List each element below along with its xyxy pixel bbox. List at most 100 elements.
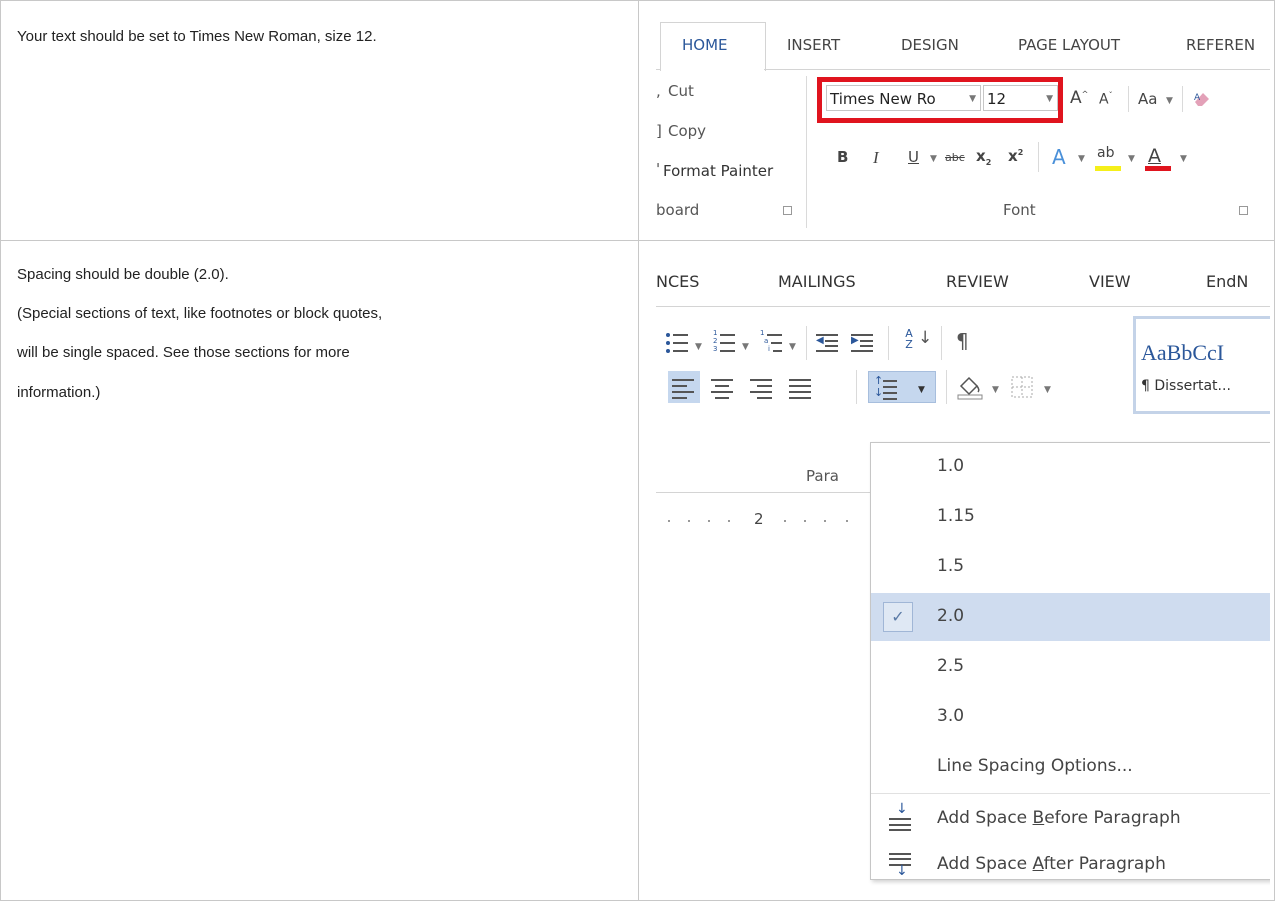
menu-item-spacing-1-0[interactable]: 1.0 <box>871 443 1270 491</box>
change-case-icon: Aa <box>1138 90 1158 108</box>
style-name: ¶ Dissertat... <box>1141 378 1231 394</box>
tab-page-layout[interactable]: PAGE LAYOUT <box>1018 36 1120 54</box>
sort-arrow-icon: ↓ <box>918 328 933 348</box>
highlight-color-bar <box>1095 166 1121 171</box>
change-case-button[interactable]: Aa <box>1138 90 1157 108</box>
tab-design[interactable]: DESIGN <box>901 36 959 54</box>
menu-item-label: 2.0 <box>937 606 965 626</box>
chevron-down-icon[interactable]: ▼ <box>1180 154 1187 164</box>
grow-font-button[interactable]: A^ <box>1070 88 1088 108</box>
increase-indent-icon[interactable]: ▶ <box>851 330 879 358</box>
shrink-font-button[interactable]: Aˇ <box>1099 91 1113 108</box>
ruler-tick <box>708 520 710 522</box>
superscript-icon: x <box>1008 147 1018 165</box>
underline-button[interactable]: U <box>908 148 919 166</box>
tab-mailings[interactable]: MAILINGS <box>778 272 856 291</box>
chevron-down-icon[interactable]: ▼ <box>1078 154 1085 164</box>
separator <box>1038 142 1039 172</box>
show-formatting-button[interactable]: ¶ <box>956 329 969 353</box>
chevron-down-icon[interactable]: ▼ <box>992 385 999 395</box>
spacing-instruction-line-4: information.) <box>17 384 101 401</box>
menu-item-label: 3.0 <box>937 706 965 726</box>
menu-item-spacing-2-0[interactable]: ✓ 2.0 <box>871 593 1270 641</box>
tab-references[interactable]: NCES <box>656 272 699 291</box>
font-highlight-box <box>817 77 1063 123</box>
svg-text:A: A <box>1194 93 1201 103</box>
align-left-icon[interactable] <box>672 376 700 404</box>
add-space-after-prefix: Add Space <box>937 854 1033 874</box>
tab-references[interactable]: REFEREN <box>1186 36 1255 54</box>
chevron-down-icon[interactable]: ▼ <box>930 154 937 164</box>
chevron-down-icon[interactable]: ▼ <box>1166 96 1173 106</box>
tab-endnote[interactable]: EndN <box>1206 272 1248 291</box>
tab-home[interactable]: HOME <box>682 36 728 54</box>
table-column-divider <box>638 0 639 901</box>
spacing-instruction-line-1: Spacing should be double (2.0). <box>17 266 229 283</box>
spacing-instruction-line-2: (Special sections of text, like footnote… <box>17 305 383 322</box>
menu-item-label: 1.0 <box>937 456 965 476</box>
ribbon-bottom-edge <box>656 492 870 493</box>
sort-icon[interactable]: A Z <box>901 328 917 350</box>
group-separator <box>806 76 807 228</box>
font-color-button[interactable]: A <box>1148 145 1161 167</box>
menu-item-line-spacing-options[interactable]: Line Spacing Options... <box>871 743 1270 791</box>
menu-item-spacing-1-15[interactable]: 1.15 <box>871 493 1270 541</box>
decrease-indent-icon[interactable]: ◀ <box>816 330 844 358</box>
menu-item-spacing-2-5[interactable]: 2.5 <box>871 643 1270 691</box>
menu-item-label: 1.5 <box>937 556 965 576</box>
font-instruction: Your text should be set to Times New Rom… <box>17 28 377 45</box>
tab-insert[interactable]: INSERT <box>787 36 840 54</box>
font-launcher-icon[interactable] <box>1239 206 1248 215</box>
font-ribbon-screenshot: HOME INSERT DESIGN PAGE LAYOUT REFEREN ,… <box>656 14 1270 228</box>
numbering-icon[interactable]: 1 2 3 <box>713 329 741 358</box>
strikethrough-button[interactable]: abc <box>945 151 965 164</box>
chevron-down-icon[interactable]: ▼ <box>1128 154 1135 164</box>
font-color-icon: A <box>1148 145 1161 167</box>
clipboard-launcher-icon[interactable] <box>783 206 792 215</box>
menu-item-add-space-before[interactable]: ↓ Add Space Before Paragraph <box>871 795 1270 843</box>
subscript-button[interactable]: x2 <box>976 147 991 167</box>
menu-item-spacing-1-5[interactable]: 1.5 <box>871 543 1270 591</box>
cut-button[interactable]: Cut <box>668 82 694 100</box>
cut-icon: , <box>656 82 661 100</box>
format-painter-button[interactable]: Format Painter <box>663 162 773 180</box>
shrink-font-icon: A <box>1099 91 1109 108</box>
shading-icon[interactable] <box>956 372 984 400</box>
justify-icon[interactable] <box>789 376 817 404</box>
menu-item-add-space-after[interactable]: ↓ Add Space After Paragraph <box>871 841 1270 889</box>
chevron-down-icon[interactable]: ▼ <box>695 342 702 352</box>
chevron-down-icon[interactable]: ▼ <box>789 342 796 352</box>
separator <box>806 326 807 360</box>
multilevel-list-icon[interactable]: 1 a i <box>760 329 788 358</box>
menu-item-spacing-3-0[interactable]: 3.0 <box>871 693 1270 741</box>
menu-separator <box>871 793 1270 794</box>
clear-formatting-icon[interactable]: A <box>1192 89 1212 109</box>
subscript-icon: x <box>976 147 986 165</box>
borders-icon[interactable] <box>1011 376 1033 398</box>
add-space-after-key: A <box>1032 854 1044 874</box>
highlight-button[interactable]: ab <box>1097 145 1114 161</box>
separator <box>1128 86 1129 112</box>
align-right-icon[interactable] <box>750 376 778 404</box>
highlight-icon: ab <box>1097 145 1115 161</box>
bullets-icon[interactable] <box>666 330 694 358</box>
superscript-button[interactable]: x2 <box>1008 147 1023 165</box>
tab-review[interactable]: REVIEW <box>946 272 1009 291</box>
ruler-tick <box>846 520 848 522</box>
ruler-tick <box>784 520 786 522</box>
add-space-after-suffix: fter Paragraph <box>1043 854 1166 874</box>
add-space-before-key: B <box>1032 808 1045 828</box>
tab-view[interactable]: VIEW <box>1089 272 1131 291</box>
text-effects-button[interactable]: A <box>1052 145 1066 169</box>
paragraph-ribbon-screenshot: NCES MAILINGS REVIEW VIEW EndN ▼ 1 2 3 ▼… <box>656 252 1270 892</box>
align-center-icon[interactable] <box>711 376 739 404</box>
chevron-down-icon[interactable]: ▼ <box>1044 385 1051 395</box>
ribbon-edge <box>656 306 1270 307</box>
chevron-down-icon[interactable]: ▼ <box>742 342 749 352</box>
italic-button[interactable]: I <box>873 148 879 168</box>
bold-button[interactable]: B <box>837 148 848 166</box>
copy-button[interactable]: Copy <box>668 122 706 140</box>
table-border-left <box>0 0 1 901</box>
chevron-down-icon[interactable]: ▼ <box>918 385 925 395</box>
separator <box>856 370 857 404</box>
